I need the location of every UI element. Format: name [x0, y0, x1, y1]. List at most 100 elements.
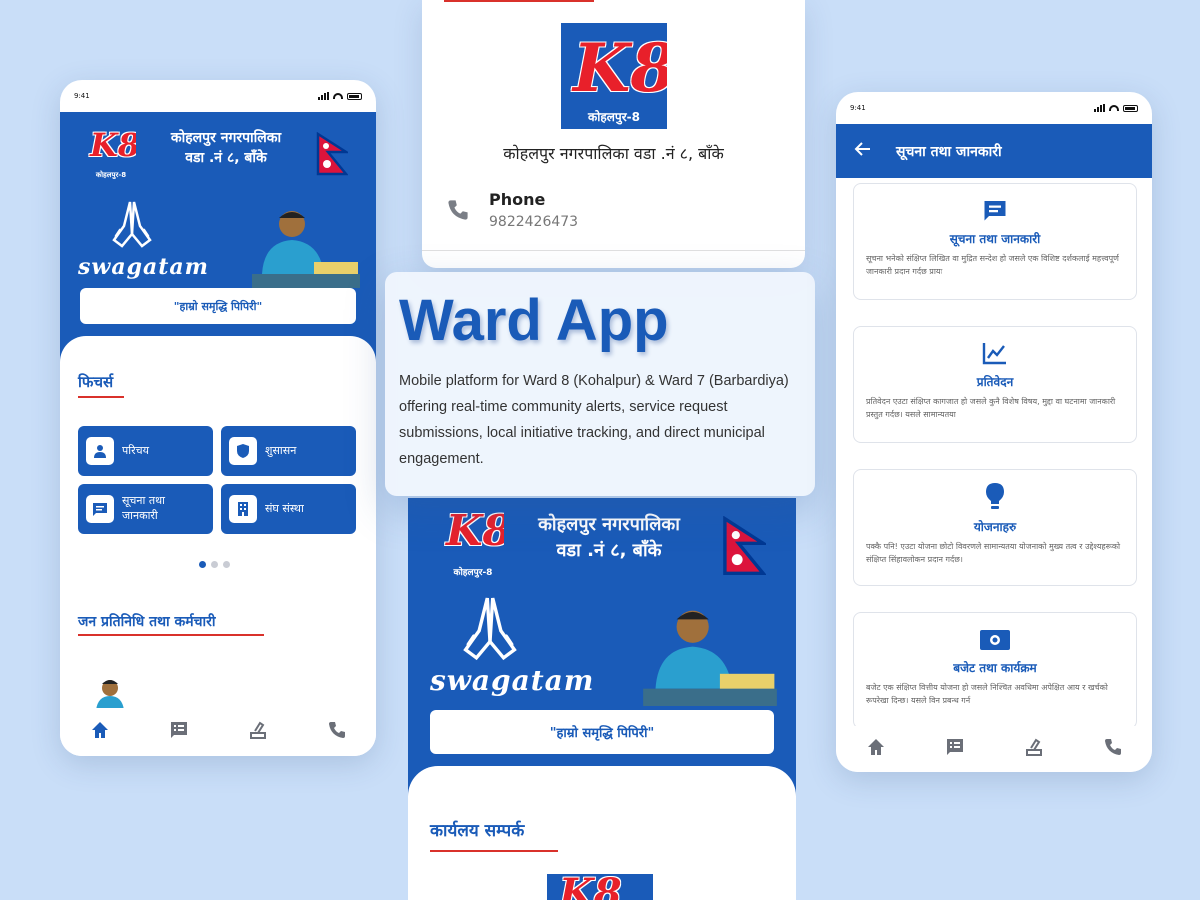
- notice-icon: [854, 198, 1136, 226]
- feature-label: संघ संस्था: [265, 501, 304, 515]
- signal-icon: [318, 92, 329, 100]
- building-icon: [229, 495, 257, 523]
- card-text: पक्कै पनि! एउटा योजना छोटो विवरणले सामान…: [866, 542, 1121, 564]
- status-bar: 9:41: [836, 92, 1152, 124]
- features-heading: फिचर्स: [78, 373, 114, 391]
- home-icon[interactable]: [90, 720, 110, 744]
- slogan-banner: "हाम्रो समृद्धि पिपिरी": [430, 710, 774, 754]
- phone-icon[interactable]: [327, 720, 347, 744]
- shield-icon: [229, 437, 257, 465]
- slogan-banner: "हाम्रो समृद्धि पिपिरी": [80, 288, 356, 324]
- back-arrow-icon[interactable]: [854, 140, 872, 162]
- feature-notice-button[interactable]: सूचना तथा जानकारी: [78, 484, 213, 534]
- right-phone: 9:41 सूचना तथा जानकारी सूचना तथा जानकारी…: [836, 92, 1152, 772]
- wifi-icon: [1109, 105, 1119, 111]
- swagatam-text: swagatam: [430, 664, 595, 697]
- namaste-hands-icon: [104, 196, 160, 256]
- municipality-title-line2: वडा .नं ८, बाँके: [556, 540, 662, 562]
- feed-icon[interactable]: [945, 737, 965, 761]
- left-phone: 9:41 K8 कोहलपुर-8 कोहलपुर नगरपालिका वडा …: [60, 80, 376, 756]
- logo-subtitle: कोहलपुर-8: [95, 171, 127, 179]
- app-bar-title: सूचना तथा जानकारी: [896, 143, 1002, 160]
- office-contact-section: कार्यलय सम्पर्क K8: [408, 766, 796, 900]
- namaste-hands-icon: [452, 590, 528, 670]
- municipality-title: कोहलपुर नगरपालिका वडा .नं ८, बाँके: [514, 512, 704, 564]
- wifi-icon: [333, 93, 343, 99]
- vote-icon[interactable]: [248, 720, 268, 744]
- info-card-notice[interactable]: सूचना तथा जानकारी सूचना भनेको संक्षिप्त …: [853, 183, 1137, 300]
- card-title: सूचना तथा जानकारी: [949, 232, 1041, 246]
- contact-phone-value[interactable]: 9822426473: [489, 214, 578, 230]
- ward-chair-photo: [642, 602, 778, 710]
- hero-description: Mobile platform for Ward 8 (Kohalpur) & …: [399, 373, 789, 468]
- swagatam-text: swagatam: [78, 254, 209, 280]
- status-time: 9:41: [74, 92, 90, 100]
- feature-organizations-button[interactable]: संघ संस्था: [221, 484, 356, 534]
- card-title: योजनाहरु: [973, 520, 1017, 534]
- bottom-nav: [60, 708, 376, 756]
- logo-subtitle: कोहलपुर-8: [588, 110, 640, 124]
- card-title: प्रतिवेदन: [976, 375, 1014, 389]
- money-icon: [854, 629, 1136, 655]
- info-card-budget[interactable]: बजेट तथा कार्यक्रम बजेट एक संक्षिप्त वित…: [853, 612, 1137, 729]
- municipality-title-line1: कोहलपुर नगरपालिका: [538, 514, 680, 535]
- nepal-flag-icon: [722, 515, 769, 580]
- contact-phone-label: Phone: [489, 190, 546, 209]
- signal-icon: [1094, 104, 1105, 112]
- divider: [422, 250, 805, 251]
- person-icon: [86, 437, 114, 465]
- card-text: प्रतिवेदन एउटा संक्षिप्त कागजात हो जसले …: [866, 397, 1116, 419]
- status-icons: [1094, 104, 1138, 112]
- logo-k8-text: K8: [573, 29, 667, 107]
- chart-icon: [854, 341, 1136, 369]
- phone-icon: [446, 198, 470, 226]
- hero-card: Ward App Mobile platform for Ward 8 (Koh…: [385, 272, 815, 496]
- feature-label: शुसासन: [265, 443, 297, 457]
- representatives-heading: जन प्रतिनिधि तथा कर्मचारी: [78, 614, 216, 630]
- center-top-phone: K8 कोहलपुर-8 कोहलपुर नगरपालिका वडा .नं ८…: [422, 0, 805, 268]
- info-card-plans[interactable]: योजनाहरु पक्कै पनि! एउटा योजना छोटो विवर…: [853, 469, 1137, 586]
- bulb-icon: [854, 482, 1136, 514]
- app-bar: सूचना तथा जानकारी: [836, 124, 1152, 178]
- features-underline: [78, 396, 124, 398]
- status-time: 9:41: [850, 104, 866, 112]
- representatives-underline: [78, 634, 264, 636]
- notice-icon: [86, 495, 114, 523]
- ward-logo: K8 कोहलपुर-8: [561, 23, 667, 129]
- municipality-title: कोहलपुर नगरपालिका वडा .नं ८, बाँके: [146, 128, 306, 169]
- logo-subtitle: कोहलपुर-8: [453, 568, 493, 578]
- battery-icon: [1123, 104, 1138, 112]
- logo-k8-text: K8: [446, 506, 504, 555]
- feature-label: सूचना तथा जानकारी: [122, 494, 166, 522]
- status-bar: 9:41: [60, 80, 376, 112]
- municipality-title-line2: वडा .नं ८, बाँके: [185, 150, 267, 167]
- ward-logo-partial: K8: [547, 874, 653, 900]
- card-text: बजेट एक संक्षिप्त वित्तीय योजना हो जसले …: [866, 683, 1108, 705]
- home-icon[interactable]: [866, 737, 886, 761]
- feature-introduction-button[interactable]: परिचय: [78, 426, 213, 476]
- card-title: बजेट तथा कार्यक्रम: [953, 661, 1037, 675]
- office-contact-underline: [430, 850, 558, 852]
- card-text: सूचना भनेको संक्षिप्त लिखित वा मुद्रित स…: [866, 254, 1119, 276]
- feed-icon[interactable]: [169, 720, 189, 744]
- nepal-flag-icon: [316, 131, 351, 180]
- feature-governance-button[interactable]: शुसासन: [221, 426, 356, 476]
- status-icons: [318, 92, 362, 100]
- bottom-nav: [836, 726, 1152, 772]
- municipality-title-line1: कोहलपुर नगरपालिका: [170, 130, 282, 146]
- hero-title: Ward App: [399, 288, 669, 353]
- info-card-report[interactable]: प्रतिवेदन प्रतिवेदन एउटा संक्षिप्त कागजा…: [853, 326, 1137, 443]
- office-contact-heading: कार्यलय सम्पर्क: [430, 821, 525, 841]
- logo-k8-text: K8: [90, 126, 136, 164]
- home-content: फिचर्स परिचय शुसासन सूचना तथा जानकारी सं…: [60, 336, 376, 756]
- ward-chair-photo: [252, 204, 360, 288]
- battery-icon: [347, 92, 362, 100]
- carousel-dots[interactable]: [199, 561, 230, 568]
- center-bottom-phone: K8 कोहलपुर-8 कोहलपुर नगरपालिका वडा .नं ८…: [408, 498, 796, 900]
- logo-k8-text: K8: [559, 874, 622, 900]
- vote-icon[interactable]: [1024, 737, 1044, 761]
- ward-logo: K8 कोहलपुर-8: [86, 122, 136, 182]
- phone-icon[interactable]: [1103, 737, 1123, 761]
- representative-avatar[interactable]: [92, 676, 132, 710]
- ward-logo: K8 कोहलपुर-8: [442, 504, 504, 580]
